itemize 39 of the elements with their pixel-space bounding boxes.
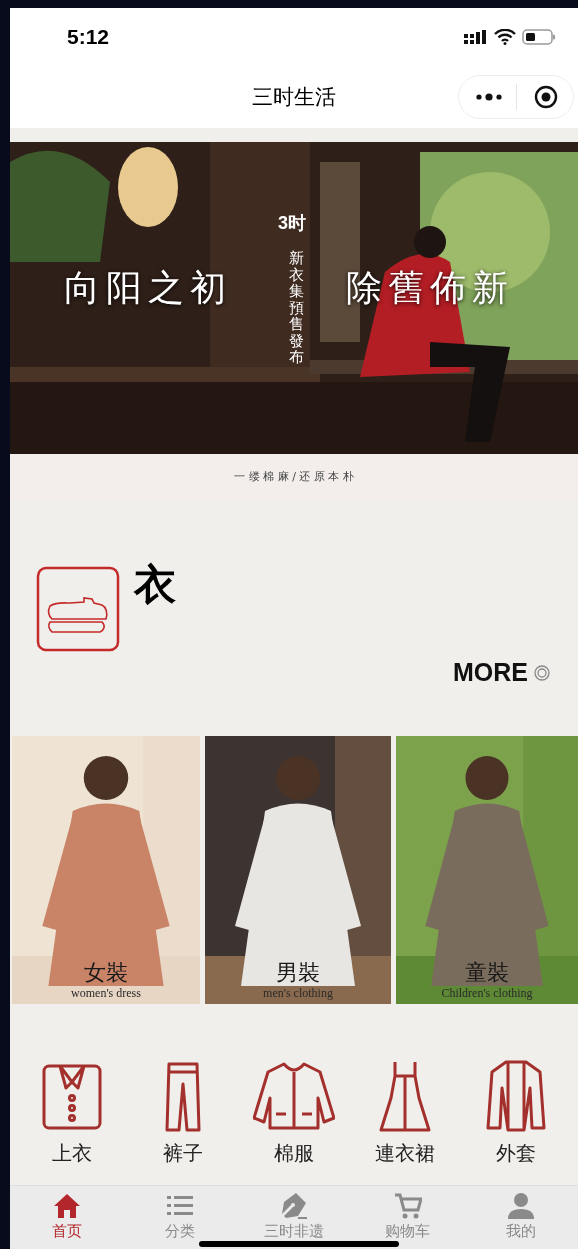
subcategory-label: 上衣 <box>51 1140 92 1167</box>
brand-logo: 3时 <box>278 214 306 232</box>
pen-icon <box>280 1192 308 1220</box>
vertical-caption: 新衣集預售發布 <box>289 250 304 366</box>
circle-icon <box>534 664 550 681</box>
subcategory-item[interactable]: 裤子 <box>132 1058 233 1168</box>
status-time: 5:12 <box>67 24 110 51</box>
category-title: 女裝 <box>84 958 128 986</box>
tagline: 一 缕 棉 麻 / 还 原 本 朴 <box>234 468 354 485</box>
battery-icon <box>522 29 556 45</box>
subcategory-label: 連衣裙 <box>375 1140 436 1167</box>
cart-icon <box>393 1192 422 1220</box>
seal-icon <box>36 566 120 652</box>
section-title: 衣 <box>134 564 176 606</box>
subcategory-label: 棉服 <box>273 1140 314 1167</box>
subcategory-item[interactable]: 上衣 <box>21 1058 122 1168</box>
more-link[interactable]: MORE <box>453 654 550 692</box>
subcategory-label: 外套 <box>496 1140 537 1167</box>
category-card[interactable]: 女裝 women's dress <box>12 736 200 1004</box>
signal-icon <box>464 30 488 44</box>
subcategory-item[interactable]: 外套 <box>466 1058 567 1168</box>
user-icon <box>507 1192 536 1220</box>
subcategory-item[interactable]: 連衣裙 <box>355 1058 456 1168</box>
close-icon[interactable] <box>534 85 558 109</box>
category-subtitle: women's dress <box>71 986 141 1001</box>
home-icon <box>52 1192 81 1220</box>
wifi-icon <box>494 29 516 45</box>
category-card[interactable]: 男裝 men's clothing <box>205 736 391 1004</box>
category-title: 男裝 <box>276 958 320 986</box>
category-subtitle: men's clothing <box>263 986 333 1001</box>
category-card[interactable]: 童裝 Children's clothing <box>396 736 578 1004</box>
banner-headline: 向阳之初 <box>64 270 232 306</box>
subcategory-item[interactable]: 棉服 <box>243 1058 344 1168</box>
page-title: 三时生活 <box>252 84 336 111</box>
more-icon[interactable] <box>476 93 502 101</box>
category-subtitle: Children's clothing <box>441 986 533 1001</box>
category-title: 童裝 <box>465 958 509 986</box>
subcategory-label: 裤子 <box>162 1140 203 1167</box>
tab-item[interactable]: 首页 <box>10 1192 124 1241</box>
